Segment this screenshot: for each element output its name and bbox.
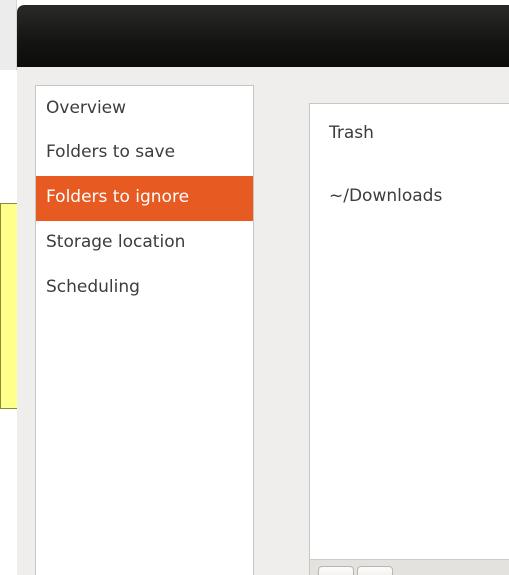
sidebar-item-folders-to-ignore[interactable]: Folders to ignore — [36, 176, 253, 221]
sidebar-item-folders-to-save[interactable]: Folders to save — [36, 131, 253, 176]
remove-folder-button[interactable] — [357, 566, 393, 575]
sidebar-item-label: Folders to save — [46, 142, 176, 162]
ignored-folders-list: Trash ~/Downloads — [309, 103, 509, 573]
preferences-window: Overview Folders to save Folders to igno… — [17, 5, 509, 575]
sidebar-item-scheduling[interactable]: Scheduling — [36, 266, 253, 311]
sidebar-item-storage-location[interactable]: Storage location — [36, 221, 253, 266]
list-item[interactable]: Trash — [329, 123, 374, 143]
screen: Overview Folders to save Folders to igno… — [0, 0, 509, 575]
background-window-edge — [0, 0, 17, 70]
list-toolbar — [309, 559, 509, 575]
sidebar-item-label: Folders to ignore — [46, 187, 190, 207]
sidebar-item-label: Overview — [46, 98, 127, 118]
add-folder-button[interactable] — [318, 566, 354, 575]
sidebar: Overview Folders to save Folders to igno… — [35, 85, 254, 575]
list-item[interactable]: ~/Downloads — [329, 186, 442, 206]
window-body: Overview Folders to save Folders to igno… — [17, 67, 509, 575]
window-titlebar[interactable] — [17, 5, 509, 67]
sidebar-item-label: Storage location — [46, 232, 186, 252]
sidebar-item-label: Scheduling — [46, 277, 140, 297]
sidebar-item-overview[interactable]: Overview — [36, 86, 253, 131]
